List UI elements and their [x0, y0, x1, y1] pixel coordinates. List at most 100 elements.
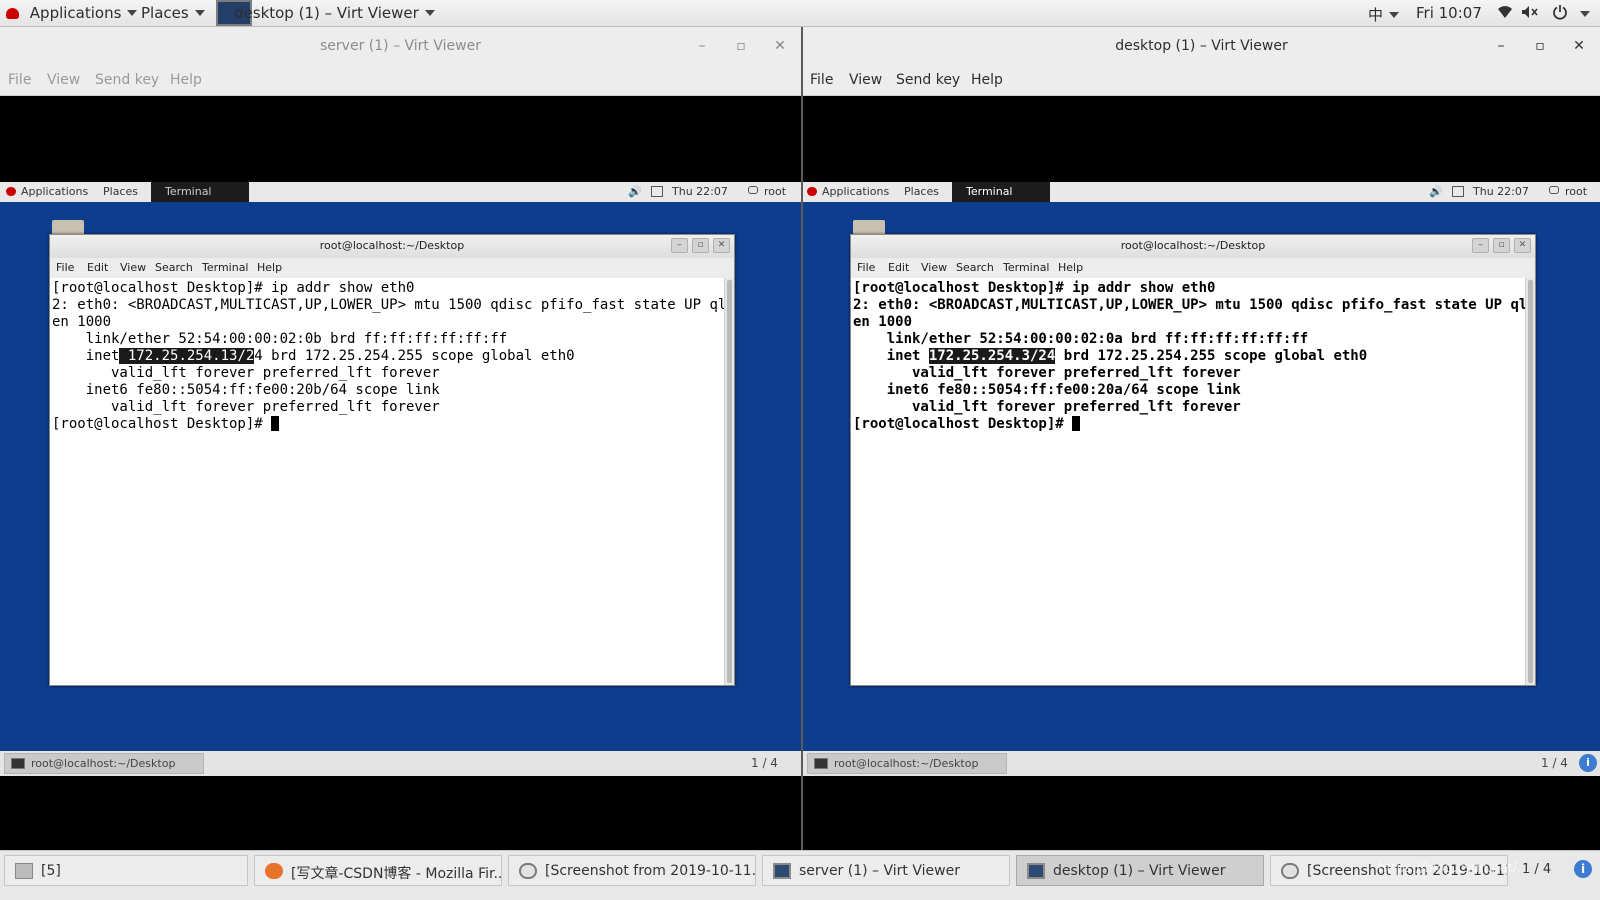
redhat-logo-icon [6, 8, 19, 19]
terminal-line: valid_lft forever preferred_lft forever [52, 365, 440, 381]
selected-ip-text[interactable]: 172.25.254.13/2 [119, 348, 255, 364]
window-titlebar[interactable]: server (1) – Virt Viewer [0, 27, 801, 66]
terminal-menu-search[interactable]: Search [956, 261, 994, 274]
guest-places-menu[interactable]: Places [103, 185, 138, 198]
guest-display[interactable]: Applications Places Terminal 🔊 Thu 22:07… [803, 182, 1600, 776]
workspace-indicator[interactable]: 1 / 4 [1541, 756, 1568, 770]
guest-bottom-panel: root@localhost:~/Desktop 1 / 4 i [803, 751, 1600, 776]
terminal-output[interactable]: [root@localhost Desktop]# ip addr show e… [50, 278, 724, 685]
guest-desktop[interactable]: root@localhost:~/Desktop – ▫ ✕ File Edit… [0, 202, 801, 746]
guest-clock[interactable]: Thu 22:07 [672, 185, 728, 198]
terminal-scrollbar[interactable] [1525, 278, 1535, 685]
terminal-line: inet6 fe80::5054:ff:fe00:20b/64 scope li… [52, 382, 440, 398]
terminal-menu-view[interactable]: View [921, 261, 947, 274]
scrollbar-thumb[interactable] [1528, 280, 1533, 683]
wifi-icon[interactable] [1497, 5, 1513, 23]
menu-help[interactable]: Help [170, 72, 202, 88]
places-menu[interactable]: Places [141, 4, 205, 22]
info-icon[interactable]: i [1574, 860, 1592, 878]
input-method-indicator[interactable]: 中 [1368, 4, 1400, 25]
terminal-maximize-button[interactable]: ▫ [1493, 238, 1510, 253]
menu-file[interactable]: File [8, 72, 31, 88]
guest-applications-menu[interactable]: Applications [822, 185, 889, 198]
guest-desktop[interactable]: root@localhost:~/Desktop – ▫ ✕ File Edit… [803, 202, 1600, 746]
terminal-window[interactable]: root@localhost:~/Desktop – ▫ ✕ File Edit… [49, 234, 735, 686]
active-window-menu[interactable]: desktop (1) – Virt Viewer [234, 4, 435, 22]
guest-taskbar-item[interactable]: root@localhost:~/Desktop [807, 753, 1007, 774]
network-icon[interactable] [651, 186, 663, 197]
workspace-indicator[interactable]: 1 / 4 [751, 756, 778, 770]
guest-taskbar-item[interactable]: root@localhost:~/Desktop [4, 753, 204, 774]
network-icon[interactable] [1452, 186, 1464, 197]
terminal-menu-help[interactable]: Help [1058, 261, 1083, 274]
terminal-minimize-button[interactable]: – [1472, 238, 1489, 253]
taskbar-item-screenshot[interactable]: [Screenshot from 2019-10-11... [508, 855, 756, 886]
terminal-window[interactable]: root@localhost:~/Desktop – ▫ ✕ File Edit… [850, 234, 1536, 686]
terminal-menu-edit[interactable]: Edit [87, 261, 108, 274]
terminal-menu-terminal[interactable]: Terminal [202, 261, 249, 274]
terminal-menu-edit[interactable]: Edit [888, 261, 909, 274]
menu-send-key[interactable]: Send key [95, 72, 159, 88]
terminal-menu-file[interactable]: File [857, 261, 875, 274]
volume-icon[interactable]: 🔊 [1429, 185, 1443, 198]
volume-muted-icon[interactable] [1521, 5, 1539, 23]
volume-icon[interactable]: 🔊 [628, 185, 642, 198]
virt-viewer-window-desktop: desktop (1) – Virt Viewer – ▫ ✕ File Vie… [803, 27, 1600, 867]
guest-applications-menu[interactable]: Applications [21, 185, 88, 198]
maximize-button[interactable]: ▫ [731, 27, 751, 66]
terminal-prompt-line: [root@localhost Desktop]# [853, 416, 1525, 433]
scrollbar-thumb[interactable] [727, 280, 732, 683]
menu-send-key[interactable]: Send key [896, 72, 960, 88]
close-button[interactable]: ✕ [770, 27, 790, 66]
info-icon[interactable]: i [1579, 754, 1597, 772]
screenshot-icon [1281, 863, 1299, 879]
guest-user-menu[interactable]: root [764, 185, 786, 198]
clock[interactable]: Fri 10:07 [1416, 4, 1482, 22]
guest-terminal-launcher[interactable]: Terminal [952, 182, 1050, 202]
selected-ip-text[interactable]: 172.25.254.3/24 [928, 348, 1056, 364]
chevron-down-icon [424, 10, 435, 16]
folder-icon[interactable] [52, 220, 84, 234]
guest-user-menu[interactable]: root [1565, 185, 1587, 198]
folder-icon[interactable] [853, 220, 885, 234]
close-button[interactable]: ✕ [1569, 27, 1589, 66]
guest-terminal-launcher[interactable]: Terminal [151, 182, 249, 202]
guest-places-menu[interactable]: Places [904, 185, 939, 198]
terminal-menu-view[interactable]: View [120, 261, 146, 274]
terminal-menu-search[interactable]: Search [155, 261, 193, 274]
terminal-maximize-button[interactable]: ▫ [692, 238, 709, 253]
menu-help[interactable]: Help [971, 72, 1003, 88]
menu-file[interactable]: File [810, 72, 833, 88]
terminal-menu-help[interactable]: Help [257, 261, 282, 274]
taskbar-item-server-viewer[interactable]: server (1) – Virt Viewer [762, 855, 1010, 886]
minimize-button[interactable]: – [692, 27, 712, 66]
terminal-scrollbar[interactable] [724, 278, 734, 685]
taskbar-item-window-list[interactable]: [5] [4, 855, 248, 886]
applications-menu[interactable]: Applications [6, 4, 138, 22]
terminal-close-button[interactable]: ✕ [713, 238, 730, 253]
system-menu-chevron-icon[interactable] [1580, 11, 1590, 17]
terminal-titlebar[interactable]: root@localhost:~/Desktop [50, 235, 734, 258]
window-titlebar[interactable]: desktop (1) – Virt Viewer [803, 27, 1600, 66]
taskbar-item-firefox[interactable]: [写文章-CSDN博客 - Mozilla Fir... [254, 855, 502, 886]
guest-clock[interactable]: Thu 22:07 [1473, 185, 1529, 198]
maximize-button[interactable]: ▫ [1530, 27, 1550, 66]
menu-view[interactable]: View [47, 72, 80, 88]
terminal-titlebar[interactable]: root@localhost:~/Desktop [851, 235, 1535, 258]
menubar: File View Send key Help [803, 66, 1600, 96]
terminal-line: inet6 fe80::5054:ff:fe00:20a/64 scope li… [853, 382, 1241, 398]
menu-view[interactable]: View [849, 72, 882, 88]
terminal-close-button[interactable]: ✕ [1514, 238, 1531, 253]
guest-top-panel: Applications Places Terminal 🔊 Thu 22:07… [0, 182, 801, 202]
terminal-output[interactable]: [root@localhost Desktop]# ip addr show e… [851, 278, 1525, 685]
minimize-button[interactable]: – [1491, 27, 1511, 66]
guest-display[interactable]: Applications Places Terminal 🔊 Thu 22:07… [0, 182, 801, 776]
terminal-line: valid_lft forever preferred_lft forever [853, 365, 1241, 381]
terminal-minimize-button[interactable]: – [671, 238, 688, 253]
terminal-menu-terminal[interactable]: Terminal [1003, 261, 1050, 274]
taskbar-item-desktop-viewer[interactable]: desktop (1) – Virt Viewer [1016, 855, 1264, 886]
chevron-down-icon [127, 10, 138, 16]
power-icon[interactable] [1552, 4, 1568, 24]
firefox-icon [265, 863, 283, 879]
terminal-menu-file[interactable]: File [56, 261, 74, 274]
